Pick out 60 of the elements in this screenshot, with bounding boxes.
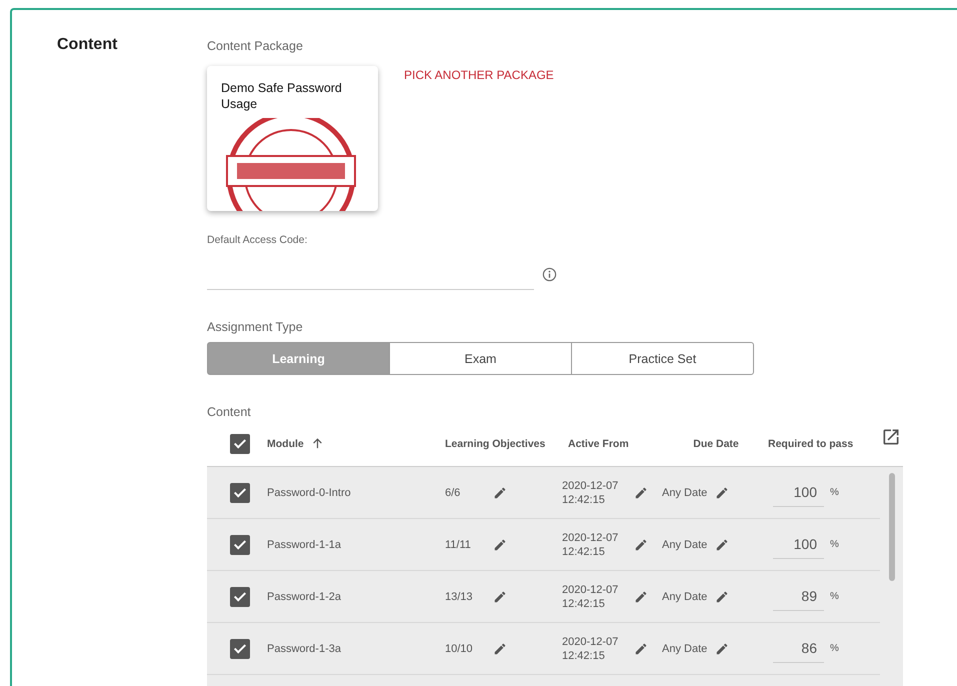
section-title: Content (57, 36, 118, 54)
edit-icon[interactable] (715, 642, 730, 656)
scrollbar-thumb[interactable] (888, 473, 894, 581)
edit-icon[interactable] (493, 486, 507, 500)
edit-icon[interactable] (634, 642, 648, 656)
percent-unit: % (830, 643, 839, 654)
assignment-type-tab[interactable]: Practice Set (571, 342, 754, 375)
objectives-count: 13/13 (445, 590, 474, 602)
percent-unit: % (830, 539, 839, 550)
due-date: Any Date (662, 538, 708, 550)
objectives-count: 6/6 (445, 486, 462, 498)
module-name: Password-1-2a (267, 590, 341, 602)
assignment-type-label: Assignment Type (207, 320, 303, 334)
edit-icon[interactable] (715, 590, 730, 604)
content-label: Content (207, 405, 251, 419)
active-from-date: 2020-12-07 12:42:15 (562, 634, 620, 662)
required-score-field[interactable]: 100 (773, 530, 824, 558)
checkbox[interactable] (230, 534, 250, 554)
open-external-icon[interactable] (881, 427, 901, 447)
active-from-date: 2020-12-07 12:42:15 (562, 582, 620, 610)
edit-icon[interactable] (493, 590, 507, 604)
percent-unit: % (830, 487, 839, 498)
column-header[interactable]: Active From (568, 438, 629, 450)
column-header[interactable]: Module (267, 438, 304, 450)
module-name: Password-0-Intro (267, 486, 351, 498)
edit-icon[interactable] (715, 486, 730, 500)
active-from-date: 2020-12-07 12:42:15 (562, 478, 620, 506)
edit-icon[interactable] (634, 486, 648, 500)
pick-package-link[interactable]: PICK ANOTHER PACKAGE (404, 68, 554, 82)
module-name: Password-1-3a (267, 642, 341, 654)
percent-unit: % (830, 591, 839, 602)
assignment-type-tab[interactable]: Exam (389, 342, 572, 375)
access-code-label: Default Access Code: (207, 234, 308, 246)
active-from-date: 2020-12-07 12:42:15 (562, 530, 620, 558)
checkbox[interactable] (230, 434, 250, 454)
module-name: Password-1-1a (267, 538, 341, 550)
required-score-field[interactable]: 86 (773, 634, 824, 662)
edit-icon[interactable] (493, 538, 507, 552)
checkbox[interactable] (230, 638, 250, 658)
edit-icon[interactable] (634, 590, 648, 604)
info-icon[interactable] (542, 267, 557, 282)
edit-icon[interactable] (493, 642, 507, 656)
due-date: Any Date (662, 590, 708, 602)
package-title: Demo Safe Password Usage (221, 80, 343, 112)
sort-arrow-icon[interactable] (312, 438, 323, 449)
column-header[interactable]: Due Date (693, 438, 739, 450)
checkbox[interactable] (230, 586, 250, 606)
due-date: Any Date (662, 486, 708, 498)
edit-icon[interactable] (715, 538, 730, 552)
edit-icon[interactable] (634, 538, 648, 552)
checkbox[interactable] (230, 482, 250, 502)
content-package-label: Content Package (207, 39, 303, 53)
required-score-field[interactable]: 89 (773, 582, 824, 610)
required-score-field[interactable]: 100 (773, 478, 824, 506)
package-card[interactable]: Demo Safe Password Usage (207, 66, 378, 211)
objectives-count: 11/11 (445, 538, 472, 550)
column-header[interactable]: Required to pass (768, 438, 854, 450)
column-header[interactable]: Learning Objectives (445, 438, 546, 450)
objectives-count: 10/10 (445, 642, 474, 654)
due-date: Any Date (662, 642, 708, 654)
